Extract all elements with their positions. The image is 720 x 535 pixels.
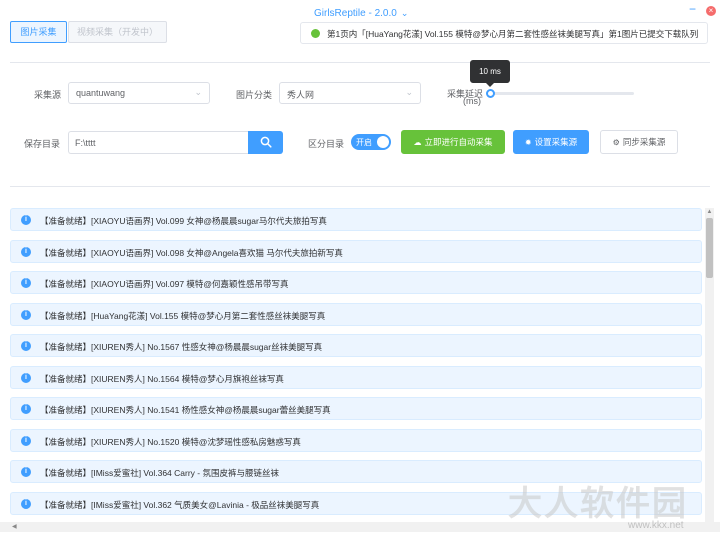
sync-source-button[interactable]: ⚙ 同步采集源 <box>600 130 678 154</box>
gear-icon: ⚙ <box>612 138 620 147</box>
info-icon: i <box>21 341 31 351</box>
watermark-url: www.kkx.net <box>628 520 684 531</box>
set-source-label: 设置采集源 <box>534 137 578 147</box>
info-icon: i <box>21 215 31 225</box>
info-icon: i <box>21 373 31 383</box>
log-item-text: 【准备就绪】[XIAOYU语画界] Vol.097 模特@何嘉颖性感吊带写真 <box>40 279 289 289</box>
log-item-text: 【准备就绪】[IMiss爱蜜社] Vol.364 Carry - 氛围皮裤与腰链… <box>40 468 279 478</box>
set-source-button[interactable]: ✹ 设置采集源 <box>513 130 589 154</box>
title-bar: GirlsReptile - 2.0.0 ⌄ − × <box>0 0 720 22</box>
info-icon: i <box>21 404 31 414</box>
vertical-scrollbar[interactable]: ▲ <box>705 208 714 522</box>
delay-unit-label: (ms) <box>463 96 481 106</box>
category-select-value: 秀人网 <box>287 90 315 100</box>
info-icon: i <box>21 467 31 477</box>
log-item-text: 【准备就绪】[HuaYang花漾] Vol.155 模特@梦心月第二套性感丝袜美… <box>40 311 326 321</box>
log-item: i 【准备就绪】[XIUREN秀人] No.1520 模特@沈梦瑶性感私房魅惑写真 <box>10 429 702 452</box>
log-item: i 【准备就绪】[HuaYang花漾] Vol.155 模特@梦心月第二套性感丝袜… <box>10 303 702 326</box>
log-item: i 【准备就绪】[XIAOYU语画界] Vol.099 女神@杨晨晨sugar马尔… <box>10 208 702 231</box>
log-item: i 【准备就绪】[XIAOYU语画界] Vol.097 模特@何嘉颖性感吊带写真 <box>10 271 702 294</box>
auto-collect-button[interactable]: ☁ 立即进行自动采集 <box>401 130 505 154</box>
toggle-knob <box>377 136 389 148</box>
cloud-download-icon: ☁ <box>413 138 422 147</box>
scroll-up-arrow-icon[interactable]: ▲ <box>705 208 714 216</box>
gear-icon: ✹ <box>524 138 532 147</box>
app-title-text: GirlsReptile - 2.0.0 <box>314 8 397 19</box>
save-dir-value: F:\tttt <box>75 138 96 148</box>
delay-tooltip-arrow <box>486 83 494 87</box>
split-dir-toggle-text: 开启 <box>356 138 372 147</box>
status-notice: 第1页内「[HuaYang花漾] Vol.155 模特@梦心月第二套性感丝袜美腿… <box>300 22 708 44</box>
scroll-left-arrow-icon[interactable]: ◀ <box>12 523 17 530</box>
log-item-text: 【准备就绪】[XIUREN秀人] No.1541 杨性感女神@杨晨晨sugar蕾… <box>40 405 331 415</box>
delay-slider-track[interactable] <box>490 92 634 95</box>
category-select[interactable]: 秀人网 ⌄ <box>279 82 421 104</box>
chevron-down-icon[interactable]: ⌄ <box>401 8 409 19</box>
chevron-down-icon: ⌄ <box>405 87 413 97</box>
log-item: i 【准备就绪】[XIAOYU语画界] Vol.098 女神@Angela喜欢猫 … <box>10 240 702 263</box>
source-label: 采集源 <box>34 90 62 100</box>
tab-video-collect[interactable]: 视频采集（开发中） <box>68 21 167 43</box>
app-title[interactable]: GirlsReptile - 2.0.0 ⌄ <box>314 8 408 19</box>
chevron-down-icon: ⌄ <box>194 87 202 97</box>
save-dir-label: 保存目录 <box>24 139 61 149</box>
search-icon <box>260 136 272 148</box>
sync-source-label: 同步采集源 <box>622 137 666 147</box>
log-list: i 【准备就绪】[XIAOYU语画界] Vol.099 女神@杨晨晨sugar马尔… <box>0 205 704 522</box>
browse-dir-button[interactable] <box>248 131 283 154</box>
log-item: i 【准备就绪】[XIUREN秀人] No.1567 性感女神@杨晨晨sugar丝… <box>10 334 702 357</box>
middle-divider <box>10 186 710 187</box>
log-item-text: 【准备就绪】[XIAOYU语画界] Vol.099 女神@杨晨晨sugar马尔代… <box>40 216 327 226</box>
split-dir-toggle[interactable]: 开启 <box>351 134 391 150</box>
status-dot-icon <box>311 29 320 38</box>
watermark: 大人软件园 <box>508 485 688 523</box>
log-item: i 【准备就绪】[XIUREN秀人] No.1541 杨性感女神@杨晨晨sugar… <box>10 397 702 420</box>
info-icon: i <box>21 436 31 446</box>
category-label: 图片分类 <box>236 90 273 100</box>
log-item-text: 【准备就绪】[XIUREN秀人] No.1564 模特@梦心月旗袍丝袜写真 <box>40 374 284 384</box>
close-button[interactable]: × <box>706 6 716 16</box>
auto-collect-label: 立即进行自动采集 <box>424 137 493 147</box>
info-icon: i <box>21 278 31 288</box>
info-icon: i <box>21 310 31 320</box>
log-item-text: 【准备就绪】[XIUREN秀人] No.1567 性感女神@杨晨晨sugar丝袜… <box>40 342 323 352</box>
tab-image-collect[interactable]: 图片采集 <box>10 21 67 43</box>
minimize-button[interactable]: − <box>689 3 696 15</box>
info-icon: i <box>21 247 31 257</box>
source-select[interactable]: quantuwang ⌄ <box>68 82 210 104</box>
scrollbar-thumb[interactable] <box>706 218 713 278</box>
log-item-text: 【准备就绪】[IMiss爱蜜社] Vol.362 气质美女@Lavinia - … <box>40 500 320 510</box>
save-dir-input[interactable]: F:\tttt <box>68 131 248 154</box>
delay-slider-handle[interactable] <box>486 89 495 98</box>
source-select-value: quantuwang <box>76 88 126 98</box>
log-item-text: 【准备就绪】[XIAOYU语画界] Vol.098 女神@Angela喜欢猫 马… <box>40 248 343 258</box>
top-divider <box>10 62 710 63</box>
split-dir-label: 区分目录 <box>308 139 345 149</box>
info-icon: i <box>21 499 31 509</box>
status-notice-text: 第1页内「[HuaYang花漾] Vol.155 模特@梦心月第二套性感丝袜美腿… <box>327 29 699 39</box>
log-item: i 【准备就绪】[XIUREN秀人] No.1564 模特@梦心月旗袍丝袜写真 <box>10 366 702 389</box>
delay-tooltip: 10 ms <box>470 60 510 83</box>
log-item-text: 【准备就绪】[XIUREN秀人] No.1520 模特@沈梦瑶性感私房魅惑写真 <box>40 437 301 447</box>
